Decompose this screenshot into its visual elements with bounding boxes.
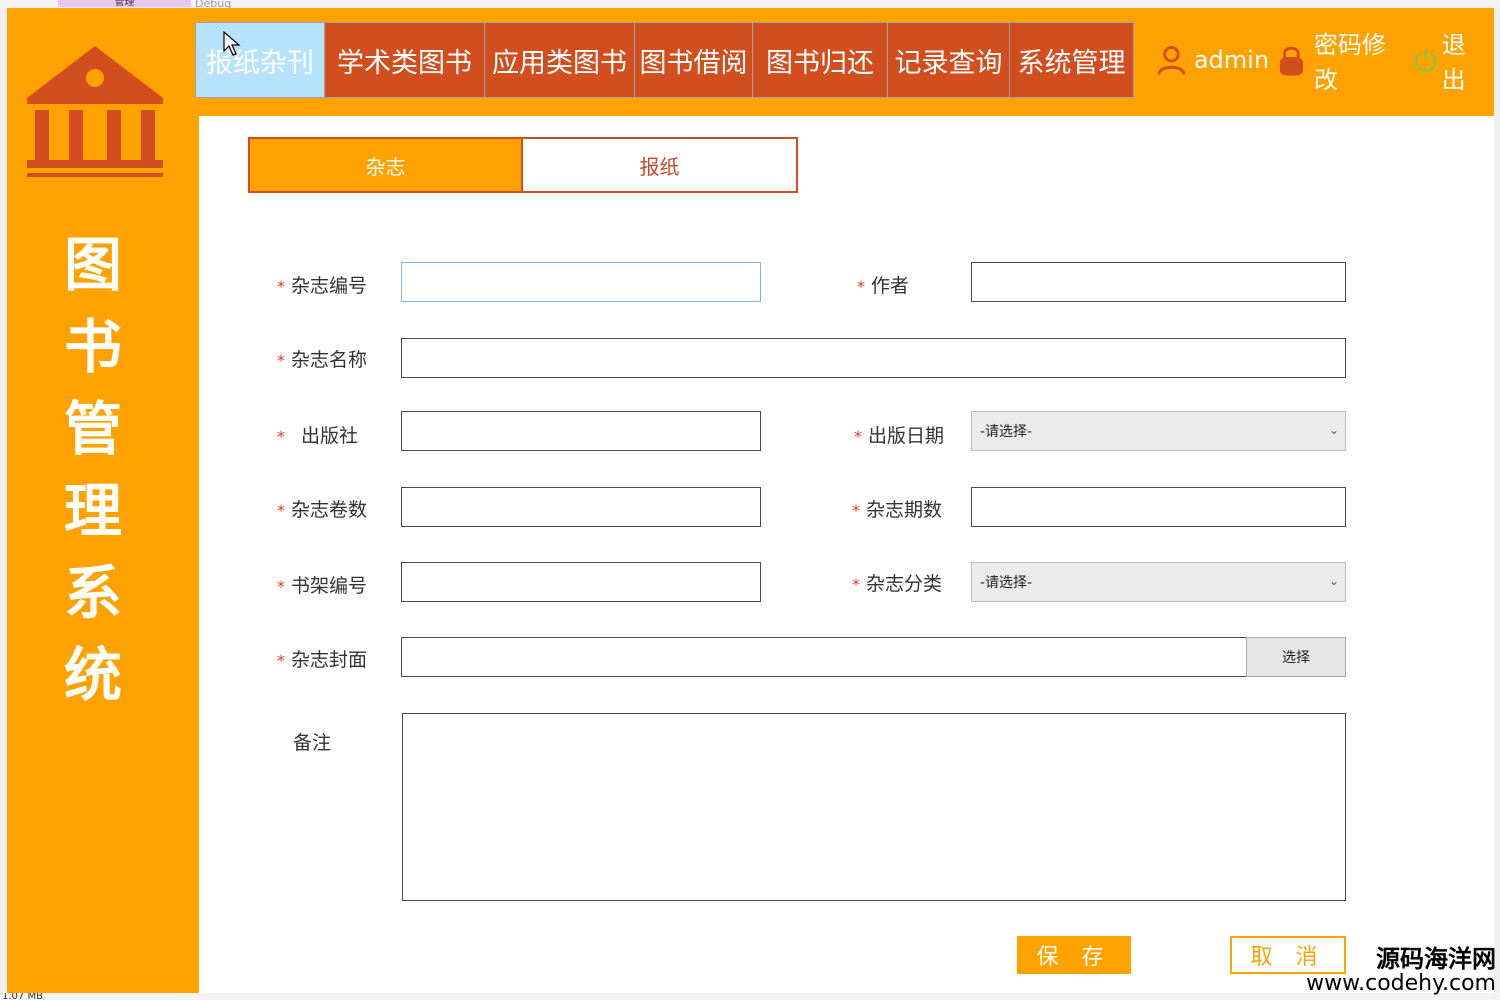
user-icon (1157, 45, 1186, 75)
category-label: * 杂志分类 (852, 569, 942, 596)
volume-input[interactable] (401, 487, 761, 527)
app-window: 图 书 管 理 系 统 报纸杂刊 学术类图书 应用类图书 图书借阅 图书归还 记… (7, 8, 1494, 993)
app-title-vertical: 图 书 管 理 系 统 (53, 224, 133, 716)
required-mark: * (852, 575, 860, 594)
publisher-label-text: 出版社 (301, 425, 359, 447)
tab-newspaper[interactable]: 报纸 (523, 137, 798, 193)
magazine-no-label-text: 杂志编号 (291, 275, 368, 297)
host-left-strip (0, 8, 7, 993)
choose-file-button[interactable]: 选择 (1246, 637, 1346, 677)
title-char: 理 (63, 477, 122, 545)
host-status-bar: 1.07 MB (0, 993, 1500, 1000)
nav-return[interactable]: 图书归还 (753, 22, 888, 98)
cover-label-text: 杂志封面 (291, 649, 368, 671)
chevron-down-icon: ⌄ (1328, 423, 1339, 437)
magazine-no-label: * 杂志编号 (277, 271, 367, 298)
required-mark: * (857, 277, 865, 296)
volume-label: * 杂志卷数 (277, 495, 367, 522)
publish-date-label: * 出版日期 (854, 421, 944, 448)
category-select[interactable]: -请选择- ⌄ (971, 562, 1346, 602)
nav-system[interactable]: 系统管理 (1010, 22, 1134, 98)
category-label-text: 杂志分类 (866, 573, 943, 595)
nav-academic-books[interactable]: 学术类图书 (325, 22, 485, 98)
required-mark: * (277, 577, 285, 596)
required-mark: * (277, 501, 285, 520)
publish-date-label-text: 出版日期 (868, 425, 945, 447)
title-char: 系 (63, 559, 122, 627)
magazine-name-label-text: 杂志名称 (291, 349, 368, 371)
required-mark: * (277, 351, 285, 370)
remark-label: 备注 (293, 732, 332, 754)
publisher-label: * 出版社 (277, 421, 358, 448)
library-building-icon (27, 46, 163, 177)
issue-label-text: 杂志期数 (866, 499, 943, 521)
required-mark: * (854, 427, 862, 446)
username: admin (1193, 46, 1270, 74)
author-input[interactable] (971, 262, 1346, 302)
lock-icon[interactable] (1275, 43, 1308, 77)
publish-date-selected: -请选择- (980, 424, 1033, 440)
required-mark: * (277, 277, 285, 296)
power-icon[interactable] (1413, 47, 1438, 73)
nav-borrow[interactable]: 图书借阅 (635, 22, 753, 98)
title-char: 统 (63, 641, 122, 709)
required-mark: * (277, 427, 285, 446)
user-bar: admin 密码修改 退出 (1155, 31, 1494, 94)
cover-label: * 杂志封面 (277, 645, 367, 672)
mouse-cursor-icon (223, 31, 241, 56)
host-tab[interactable]: 管理 (58, 0, 191, 7)
magazine-name-input[interactable] (401, 338, 1346, 378)
magazine-name-label: * 杂志名称 (277, 345, 367, 372)
watermark-line2: www.codehy.com (1306, 971, 1496, 996)
cover-path-input[interactable] (401, 637, 1248, 677)
tab-magazine[interactable]: 杂志 (248, 137, 523, 193)
required-mark: * (277, 651, 285, 670)
volume-label-text: 杂志卷数 (291, 499, 368, 521)
change-password-link[interactable]: 密码修改 (1314, 25, 1407, 95)
title-char: 图 (63, 231, 122, 299)
watermark-line1: 源码海洋网 (1376, 945, 1496, 973)
save-button[interactable]: 保 存 (1017, 936, 1131, 974)
category-selected: -请选择- (980, 575, 1033, 591)
nav-records[interactable]: 记录查询 (888, 22, 1010, 98)
shelf-no-input[interactable] (401, 562, 761, 602)
remark-textarea[interactable] (402, 713, 1346, 901)
content-panel: 杂志 报纸 * 杂志编号 * 作者 * 杂志名称 * 出版社 * 出版日期 -请选择- ⌄ … (199, 116, 1494, 993)
subtabs: 杂志 报纸 (248, 137, 798, 193)
publisher-input[interactable] (401, 411, 761, 451)
chevron-down-icon: ⌄ (1328, 574, 1339, 588)
author-label: * 作者 (857, 271, 909, 298)
required-mark: * (852, 501, 860, 520)
nav-newspaper-magazine[interactable]: 报纸杂刊 (195, 22, 325, 98)
shelf-no-label: * 书架编号 (277, 571, 367, 598)
top-nav: 报纸杂刊 学术类图书 应用类图书 图书借阅 图书归还 记录查询 系统管理 (195, 22, 1134, 98)
issue-label: * 杂志期数 (852, 495, 942, 522)
title-char: 管 (63, 395, 122, 463)
watermark: 源码海洋网 www.codehy.com (1306, 946, 1496, 996)
issue-input[interactable] (971, 487, 1346, 527)
magazine-no-input[interactable] (401, 262, 761, 302)
logout-link[interactable]: 退出 (1442, 25, 1488, 95)
nav-applied-books[interactable]: 应用类图书 (485, 22, 635, 98)
publish-date-select[interactable]: -请选择- ⌄ (971, 411, 1346, 451)
title-char: 书 (63, 313, 122, 381)
shelf-no-label-text: 书架编号 (291, 575, 368, 597)
author-label-text: 作者 (871, 275, 910, 297)
host-right-strip (1494, 8, 1500, 993)
